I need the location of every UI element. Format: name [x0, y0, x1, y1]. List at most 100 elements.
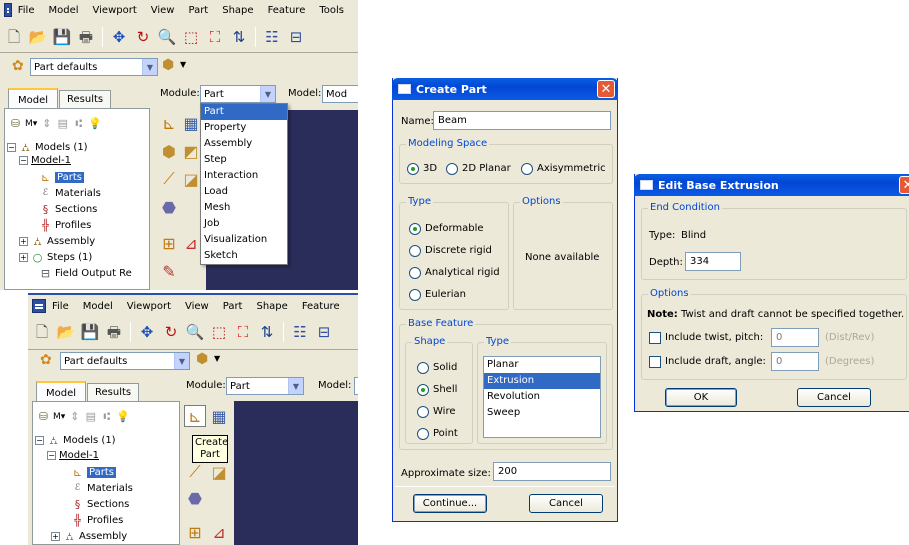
- ok-button[interactable]: OK: [665, 388, 737, 407]
- create-solid-icon[interactable]: ⬢: [158, 140, 180, 162]
- tree-item-parts[interactable]: ⊾ Parts: [71, 466, 116, 479]
- tab-model[interactable]: Model: [36, 381, 87, 403]
- filter-icon[interactable]: ▤: [56, 117, 69, 130]
- partition-icon[interactable]: ⊞: [158, 232, 180, 254]
- part-manager-icon[interactable]: ▦: [208, 405, 230, 427]
- model-select[interactable]: Mod: [322, 85, 358, 103]
- print-icon[interactable]: 🖶: [104, 322, 124, 342]
- include-twist-checkbox[interactable]: [649, 332, 661, 344]
- dropdown-arrow-icon[interactable]: ▼: [180, 60, 186, 69]
- tab-results[interactable]: Results: [87, 383, 140, 403]
- partition-icon[interactable]: ⊞: [184, 521, 206, 543]
- radio-solid[interactable]: [417, 362, 429, 374]
- create-shell-icon[interactable]: ◩: [180, 140, 202, 162]
- cycle-views-icon[interactable]: ⇅: [257, 322, 277, 342]
- datum-icon[interactable]: ⊿: [208, 521, 230, 543]
- render-icon[interactable]: ☷: [290, 322, 310, 342]
- box-zoom-icon[interactable]: ⬚: [209, 322, 229, 342]
- feature-type-sweep[interactable]: Sweep: [484, 405, 600, 421]
- tree-item-materials[interactable]: ℰ Materials: [71, 482, 133, 495]
- include-draft-checkbox[interactable]: [649, 356, 661, 368]
- lightbulb-icon[interactable]: 💡: [116, 410, 130, 423]
- feature-type-planar[interactable]: Planar: [484, 357, 600, 373]
- radio-eulerian[interactable]: [409, 289, 421, 301]
- expand-icon[interactable]: +: [19, 253, 28, 262]
- menu-tools[interactable]: Tools: [319, 5, 344, 16]
- module-option-sketch[interactable]: Sketch: [201, 248, 287, 264]
- module-option-mesh[interactable]: Mesh: [201, 200, 287, 216]
- app-menu-icon[interactable]: [32, 299, 46, 313]
- radio-wire[interactable]: [417, 406, 429, 418]
- module-option-job[interactable]: Job: [201, 216, 287, 232]
- model-manager-icon[interactable]: ⛁: [37, 410, 50, 423]
- menu-model[interactable]: Model: [83, 301, 113, 312]
- menu-shape[interactable]: Shape: [256, 301, 287, 312]
- tree-item-models[interactable]: − ⛼ Models (1): [7, 141, 88, 154]
- tree-item-profiles[interactable]: ╬ Profiles: [71, 514, 123, 527]
- chevron-down-icon[interactable]: ▼: [142, 59, 157, 75]
- module-option-step[interactable]: Step: [201, 152, 287, 168]
- model-manager-icon[interactable]: ⛁: [9, 117, 22, 130]
- menu-view[interactable]: View: [185, 301, 209, 312]
- collapse-icon[interactable]: −: [19, 156, 28, 165]
- tree-item-parts[interactable]: ⊾ Parts: [39, 171, 84, 184]
- create-cut-icon[interactable]: ◪: [180, 168, 202, 190]
- create-round-icon[interactable]: ⬣: [158, 196, 180, 218]
- query-icon[interactable]: ✎: [158, 260, 180, 282]
- radio-axisymmetric[interactable]: [521, 163, 533, 175]
- tree-item-models[interactable]: − ⛼ Models (1): [35, 434, 116, 447]
- module-option-part[interactable]: Part: [201, 104, 287, 120]
- tree-mode-indicator[interactable]: M▾: [53, 412, 65, 422]
- tree-item-model1[interactable]: − Model-1: [19, 155, 71, 166]
- menu-feature[interactable]: Feature: [302, 301, 340, 312]
- model-select[interactable]: [354, 377, 358, 395]
- tree-item-assembly[interactable]: + ⛼ Assembly: [51, 530, 127, 543]
- box-zoom-icon[interactable]: ⬚: [181, 27, 201, 47]
- cancel-button[interactable]: Cancel: [797, 388, 871, 407]
- module-option-load[interactable]: Load: [201, 184, 287, 200]
- tree-item-sections[interactable]: § Sections: [39, 203, 98, 216]
- chevron-down-icon[interactable]: ▼: [174, 353, 189, 369]
- create-round-icon[interactable]: ⬣: [184, 487, 206, 509]
- feature-type-list[interactable]: Planar Extrusion Revolution Sweep: [483, 356, 601, 438]
- radio-analytical-rigid[interactable]: [409, 267, 421, 279]
- tree-item-steps[interactable]: + ○ Steps (1): [19, 251, 92, 264]
- module-select[interactable]: Part ▼: [200, 85, 276, 103]
- module-option-property[interactable]: Property: [201, 120, 287, 136]
- expand-icon[interactable]: ⑆: [72, 117, 85, 130]
- open-folder-icon[interactable]: 📂: [28, 27, 48, 47]
- draft-angle-field[interactable]: 0: [771, 352, 819, 371]
- module-option-visualization[interactable]: Visualization: [201, 232, 287, 248]
- dropdown-arrow-icon[interactable]: ▼: [214, 354, 220, 363]
- feature-type-extrusion[interactable]: Extrusion: [484, 373, 600, 389]
- cancel-button[interactable]: Cancel: [529, 494, 603, 513]
- menu-feature[interactable]: Feature: [268, 5, 306, 16]
- part-defaults-select[interactable]: Part defaults ▼: [60, 352, 190, 370]
- print-icon[interactable]: 🖶: [76, 27, 96, 47]
- magnify-icon[interactable]: 🔍: [157, 27, 177, 47]
- twist-pitch-field[interactable]: 0: [771, 328, 819, 347]
- tree-mode-indicator[interactable]: M▾: [25, 119, 37, 129]
- app-menu-icon[interactable]: [4, 3, 12, 17]
- rotate-icon[interactable]: ↻: [161, 322, 181, 342]
- cube-icon[interactable]: ⬢: [196, 351, 208, 367]
- menu-model[interactable]: Model: [48, 5, 78, 16]
- up-down-arrows-icon[interactable]: ⇕: [40, 117, 53, 130]
- viewport-canvas[interactable]: [234, 401, 358, 545]
- part-manager-icon[interactable]: ▦: [180, 112, 202, 134]
- chevron-down-icon[interactable]: ▼: [260, 86, 275, 102]
- expand-icon[interactable]: +: [51, 532, 60, 541]
- tree-item-sections[interactable]: § Sections: [71, 498, 130, 511]
- menu-view[interactable]: View: [151, 5, 175, 16]
- create-part-icon[interactable]: ⊾: [158, 112, 180, 134]
- collapse-icon[interactable]: −: [47, 451, 56, 460]
- tree-item-materials[interactable]: ℰ Materials: [39, 187, 101, 200]
- create-wire-icon[interactable]: ⟋: [158, 168, 180, 190]
- expand-icon[interactable]: +: [19, 237, 28, 246]
- up-down-arrows-icon[interactable]: ⇕: [68, 410, 81, 423]
- collapse-icon[interactable]: −: [7, 143, 16, 152]
- filter-icon[interactable]: ▤: [84, 410, 97, 423]
- create-part-icon[interactable]: ⊾: [184, 405, 206, 427]
- tab-model[interactable]: Model: [8, 88, 59, 110]
- cycle-views-icon[interactable]: ⇅: [229, 27, 249, 47]
